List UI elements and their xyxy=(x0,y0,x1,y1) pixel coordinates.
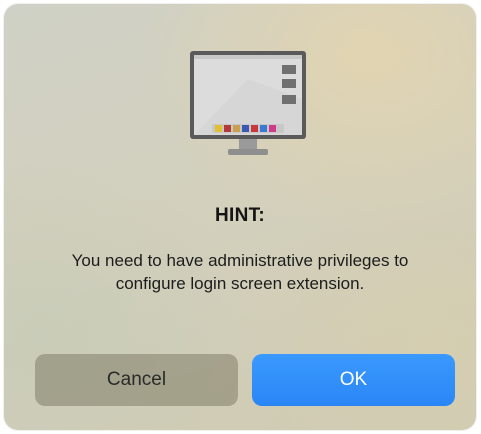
dialog-message: You need to have administrative privileg… xyxy=(71,251,409,293)
cancel-button-label: Cancel xyxy=(106,369,167,390)
dialog-title: HINT: xyxy=(214,205,266,226)
hint-dialog: HINT: You need to have administrative pr… xyxy=(4,4,476,430)
cancel-button[interactable]: Cancel xyxy=(35,354,238,406)
monitor-icon xyxy=(190,51,306,155)
ok-button[interactable]: OK xyxy=(252,354,455,406)
ok-button-label: OK xyxy=(339,369,368,390)
